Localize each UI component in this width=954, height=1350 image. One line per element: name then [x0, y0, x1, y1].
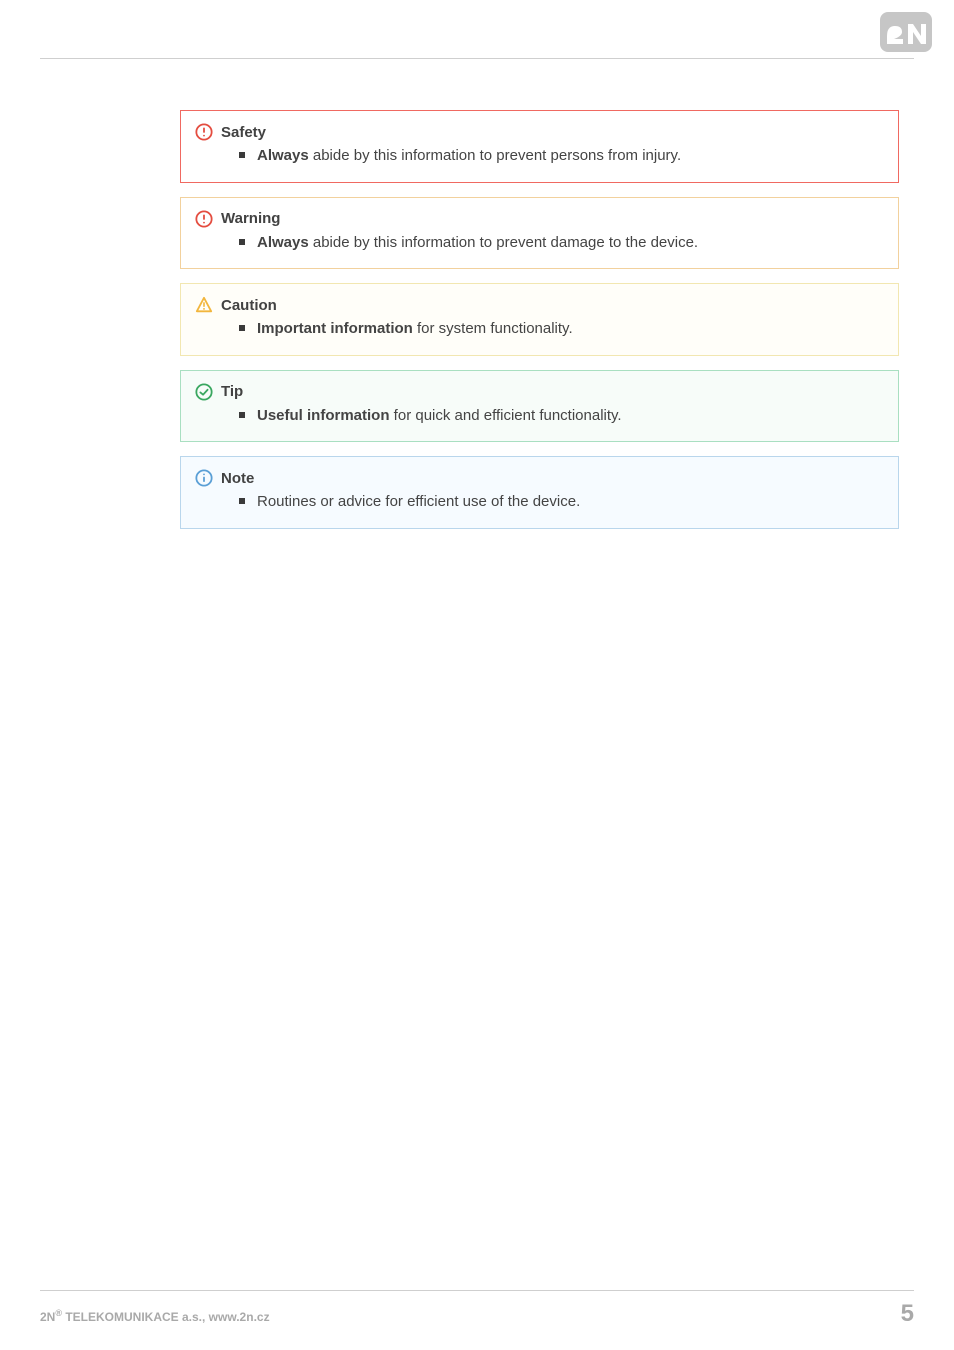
panel-body-list: Always abide by this information to prev…	[239, 232, 884, 255]
footer-divider	[40, 1290, 914, 1291]
page: Safety Always abide by this information …	[0, 0, 954, 1350]
list-item: Always abide by this information to prev…	[239, 145, 884, 168]
list-item-strong: Always	[257, 234, 309, 251]
brand-logo-icon	[880, 12, 932, 52]
page-number: 5	[901, 1300, 914, 1328]
panel-body-list: Routines or advice for efficient use of …	[239, 491, 884, 514]
panel-caution: Caution Important information for system…	[180, 283, 899, 356]
list-item: Routines or advice for efficient use of …	[239, 491, 884, 514]
panel-title: Tip	[221, 383, 243, 400]
footer-company-text: TELEKOMUNIKACE a.s., www.2n.cz	[62, 1310, 270, 1324]
list-item: Important information for system functio…	[239, 318, 884, 341]
panel-title: Caution	[221, 297, 277, 314]
panel-header: Caution	[195, 296, 884, 314]
footer: 2N® TELEKOMUNIKACE a.s., www.2n.cz 5	[40, 1300, 914, 1328]
header-divider	[40, 58, 914, 59]
brand-logo	[880, 12, 932, 52]
check-circle-icon	[195, 383, 213, 401]
exclamation-circle-icon	[195, 123, 213, 141]
panel-title: Warning	[221, 210, 280, 227]
panel-body-list: Important information for system functio…	[239, 318, 884, 341]
footer-registered-mark: ®	[55, 1308, 62, 1318]
panel-body-list: Useful information for quick and efficie…	[239, 405, 884, 428]
list-item: Always abide by this information to prev…	[239, 232, 884, 255]
list-item: Useful information for quick and efficie…	[239, 405, 884, 428]
panel-title: Note	[221, 470, 254, 487]
list-item-text: abide by this information to prevent per…	[313, 147, 681, 164]
list-item-text: for quick and efficient functionality.	[390, 407, 622, 424]
content-area: Safety Always abide by this information …	[180, 110, 899, 543]
list-item-strong: Always	[257, 147, 313, 164]
panel-header: Note	[195, 469, 884, 487]
list-item-text: abide by this information to prevent dam…	[309, 234, 698, 251]
panel-header: Tip	[195, 383, 884, 401]
panel-safety: Safety Always abide by this information …	[180, 110, 899, 183]
panel-title: Safety	[221, 124, 266, 141]
warning-triangle-icon	[195, 296, 213, 314]
panel-body-list: Always abide by this information to prev…	[239, 145, 884, 168]
list-item-strong: Useful information	[257, 407, 390, 424]
list-item-strong: Important information	[257, 320, 413, 337]
panel-warning: Warning Always abide by this information…	[180, 197, 899, 270]
list-item-text: for system functionality.	[413, 320, 573, 337]
info-circle-icon	[195, 469, 213, 487]
footer-company: 2N® TELEKOMUNIKACE a.s., www.2n.cz	[40, 1308, 270, 1324]
panel-header: Safety	[195, 123, 884, 141]
panel-header: Warning	[195, 210, 884, 228]
list-item-text: Routines or advice for efficient use of …	[257, 493, 580, 510]
panel-note: Note Routines or advice for efficient us…	[180, 456, 899, 529]
panel-tip: Tip Useful information for quick and eff…	[180, 370, 899, 443]
footer-prefix: 2N	[40, 1310, 55, 1324]
exclamation-circle-icon	[195, 210, 213, 228]
